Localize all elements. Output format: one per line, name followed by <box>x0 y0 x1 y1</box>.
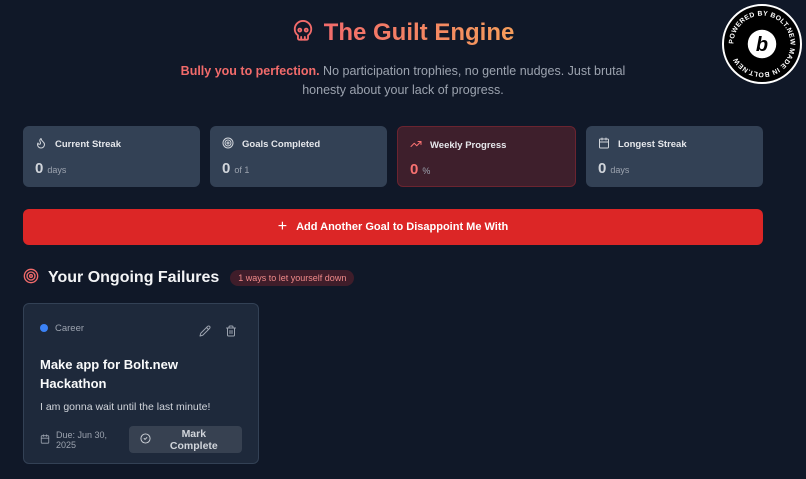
skull-icon <box>292 19 314 48</box>
target-icon <box>222 137 234 152</box>
due-date-text: Due: Jun 30, 2025 <box>56 429 108 450</box>
goal-description: I am gonna wait until the last minute! <box>40 401 211 413</box>
stat-label: Goals Completed <box>242 138 321 150</box>
target-icon <box>23 268 39 289</box>
section-header: Your Ongoing Failures 1 ways to let your… <box>23 267 355 289</box>
title-row: The Guilt Engine <box>0 18 806 48</box>
subtitle-text: No participation trophies, no gentle nud… <box>302 64 626 97</box>
stat-value: 0 <box>598 160 607 177</box>
stat-label: Longest Streak <box>618 138 687 150</box>
mark-complete-label: Mark Complete <box>169 427 218 452</box>
plus-icon: + <box>277 218 288 235</box>
stat-goals-completed: Goals Completed 0 of 1 <box>210 126 387 187</box>
stat-value: 0 <box>222 160 231 177</box>
goal-category: Career <box>40 323 84 334</box>
check-circle-icon <box>140 432 151 447</box>
stat-label: Weekly Progress <box>430 139 507 151</box>
category-label: Career <box>55 322 85 334</box>
section-title: Your Ongoing Failures <box>48 269 220 286</box>
calendar-icon <box>40 433 50 446</box>
stat-value: 0 <box>35 160 44 177</box>
bolt-logo-letter: b <box>756 34 768 56</box>
stat-label: Current Streak <box>55 138 121 150</box>
stat-current-streak: Current Streak 0 days <box>23 126 200 187</box>
stats-row: Current Streak 0 days Goals Completed 0 … <box>23 126 763 187</box>
goal-due-date: Due: Jun 30, 2025 <box>40 430 129 450</box>
add-goal-button[interactable]: + Add Another Goal to Disappoint Me With <box>23 209 763 245</box>
trending-up-icon <box>410 138 422 153</box>
add-goal-label: Add Another Goal to Disappoint Me With <box>296 221 509 233</box>
stat-weekly-progress: Weekly Progress 0 % <box>397 126 576 187</box>
stat-unit: days <box>47 165 67 175</box>
trash-icon[interactable] <box>225 324 237 342</box>
stat-value: 0 <box>410 161 419 178</box>
page-title: The Guilt Engine <box>323 19 515 46</box>
subtitle-highlight: Bully you to perfection. <box>180 64 320 78</box>
goal-count-badge: 1 ways to let yourself down <box>230 270 355 286</box>
flame-icon <box>35 137 47 152</box>
page-subtitle: Bully you to perfection. No participatio… <box>173 62 633 100</box>
stat-unit: % <box>422 166 431 176</box>
stat-longest-streak: Longest Streak 0 days <box>586 126 763 187</box>
calendar-icon <box>598 137 610 152</box>
stat-unit: of 1 <box>234 165 250 175</box>
category-dot <box>40 324 48 332</box>
goal-title: Make app for Bolt.new Hackathon <box>40 357 178 391</box>
card-actions <box>199 324 237 342</box>
stat-unit: days <box>610 165 630 175</box>
mark-complete-button[interactable]: Mark Complete <box>128 426 242 453</box>
goal-card: Career Make app for Bolt.new Hackathon I… <box>23 303 259 464</box>
edit-icon[interactable] <box>199 324 211 342</box>
page-header: The Guilt Engine Bully you to perfection… <box>0 18 806 100</box>
powered-by-bolt-badge[interactable]: POWERED BY BOLT.NEW MADE IN BOLT.NEW b <box>722 4 802 84</box>
